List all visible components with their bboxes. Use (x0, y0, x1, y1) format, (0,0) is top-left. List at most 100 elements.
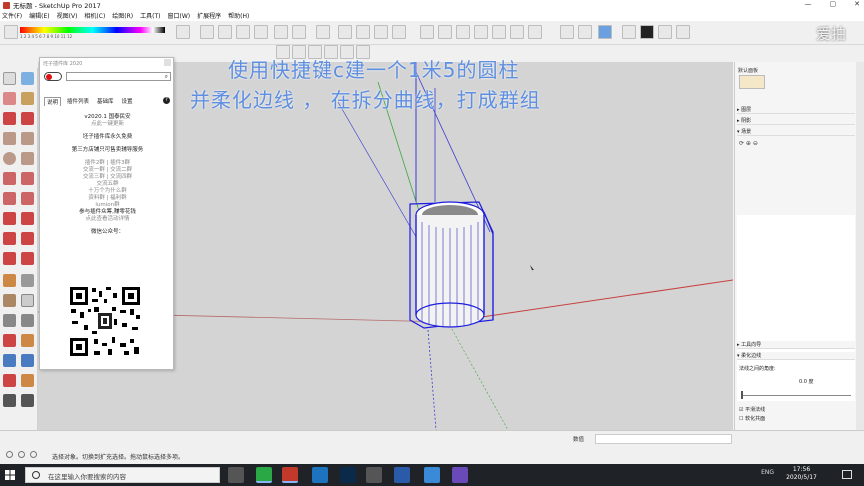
toolbar-icon-20[interactable] (560, 25, 574, 39)
update-link[interactable]: 点此一键更新 (40, 121, 175, 128)
toolbar-icon-5[interactable] (254, 25, 268, 39)
offset-tool-icon[interactable] (21, 252, 34, 265)
select-tool-icon[interactable] (3, 72, 16, 85)
toolbar-icon-4[interactable] (236, 25, 250, 39)
component-tool-icon[interactable] (21, 72, 34, 85)
arc-tool-icon[interactable] (3, 172, 16, 185)
toolbar-icon-19[interactable] (528, 25, 542, 39)
followme-tool-icon[interactable] (21, 232, 34, 245)
toolbar-icon-1[interactable] (176, 25, 190, 39)
tray-scrollbar[interactable] (856, 62, 864, 430)
toolbar-icon-22[interactable] (598, 25, 612, 39)
toolbar-icon-7[interactable] (292, 25, 306, 39)
tab-description[interactable]: 说明 (44, 97, 62, 106)
paint-tool-icon[interactable] (21, 92, 34, 105)
scene-list-area[interactable] (737, 215, 855, 401)
app-icon-8[interactable] (424, 467, 440, 483)
group-link-3[interactable]: 交流三群 | 交流四群 (40, 174, 175, 181)
toolbar-icon-15[interactable] (456, 25, 470, 39)
menu-edit[interactable]: 编辑(E) (29, 11, 49, 20)
menu-view[interactable]: 视图(V) (57, 11, 78, 20)
plugin-toggle[interactable] (44, 72, 62, 81)
help-status-icon[interactable] (30, 451, 37, 458)
app-icon-7[interactable] (394, 467, 410, 483)
zoom-tool-icon[interactable] (3, 354, 16, 367)
taskbar-search-input[interactable]: 在这里输入你要搜索的内容 (25, 467, 220, 483)
menu-draw[interactable]: 绘图(R) (112, 11, 133, 20)
tape-tool-icon[interactable] (3, 274, 16, 287)
toolbar-icon-8[interactable] (316, 25, 330, 39)
notification-icon[interactable] (842, 470, 852, 479)
taskbar-clock[interactable]: 17:56 2020/5/17 (779, 466, 824, 482)
maximize-button[interactable]: ▢ (830, 0, 837, 8)
tray-section-scenes[interactable]: ▾ 场景 (737, 128, 855, 136)
toolbar-icon-6[interactable] (274, 25, 288, 39)
position-camera-tool-icon[interactable] (21, 374, 34, 387)
walk-tool-icon[interactable] (3, 394, 16, 407)
tray-section-soften-edges[interactable]: ▾ 柔化边线 (737, 352, 855, 360)
group-link-4[interactable]: 交流五群 (40, 181, 175, 188)
plugin-panel-close-button[interactable] (164, 59, 171, 66)
group-link-6[interactable]: 资料群 | 福利群 (40, 195, 175, 202)
toolbar-icon-10[interactable] (356, 25, 370, 39)
tray-section-instructor[interactable]: ▸ 工具向导 (737, 341, 855, 349)
polygon-tool-icon[interactable] (21, 152, 34, 165)
language-indicator[interactable]: ENG (761, 469, 774, 476)
tray-section-layers[interactable]: ▸ 图层 (737, 106, 855, 114)
arc2-tool-icon[interactable] (21, 172, 34, 185)
toolbar-icon-18[interactable] (510, 25, 524, 39)
freehand-tool-icon[interactable] (21, 112, 34, 125)
axes-tool-icon[interactable] (3, 314, 16, 327)
eraser-tool-icon[interactable] (3, 92, 16, 105)
edge-app-icon[interactable] (312, 467, 328, 483)
credits-icon[interactable] (18, 451, 25, 458)
toolbar-icon-12[interactable] (392, 25, 406, 39)
activity-link[interactable]: 点此查看活动详情 (40, 216, 175, 223)
soften-angle-slider[interactable] (741, 395, 851, 396)
color-bar[interactable] (20, 27, 165, 33)
sketchup-app-icon[interactable] (282, 467, 298, 483)
app-icon-6[interactable] (366, 467, 382, 483)
geo-location-icon[interactable] (6, 451, 13, 458)
app-icon-9[interactable] (452, 467, 468, 483)
toolbar-icon-21[interactable] (578, 25, 592, 39)
group-link-5[interactable]: 十万个为什么群 (40, 188, 175, 195)
toolbar-icon-3[interactable] (218, 25, 232, 39)
tab-settings[interactable]: 设置 (120, 97, 135, 106)
dimension-tool-icon[interactable] (21, 274, 34, 287)
toolbar-icon-25[interactable] (658, 25, 672, 39)
minimize-button[interactable]: — (805, 0, 812, 8)
scene-buttons[interactable]: ⟳ ⊕ ⊖ (739, 140, 758, 147)
tray-thumbnail[interactable] (739, 75, 765, 89)
toolbar-icon-2[interactable] (200, 25, 214, 39)
tray-section-shadows[interactable]: ▸ 阴影 (737, 117, 855, 125)
section-tool-icon[interactable] (21, 394, 34, 407)
toolbar-icon-16[interactable] (474, 25, 488, 39)
cylinder-group[interactable] (409, 201, 494, 329)
windows-start-icon[interactable] (5, 470, 15, 480)
toolbar-icon-24[interactable] (640, 25, 654, 39)
toolbar-icon-11[interactable] (374, 25, 388, 39)
text-tool-icon[interactable] (21, 294, 34, 307)
menu-help[interactable]: 帮助(H) (228, 11, 249, 20)
line-tool-icon[interactable] (3, 112, 16, 125)
photoshop-app-icon[interactable] (340, 467, 356, 483)
style-icon[interactable] (4, 25, 18, 39)
soften-coplanar-checkbox[interactable]: ☐ (739, 416, 743, 422)
slider-thumb[interactable] (741, 391, 743, 399)
menu-window[interactable]: 窗口(W) (168, 11, 191, 20)
plugin-search-input[interactable]: ⌕ (66, 72, 171, 81)
group-link-2[interactable]: 交流一群 | 交流二群 (40, 167, 175, 174)
home-icon[interactable] (492, 25, 506, 39)
zoom-extents-tool-icon[interactable] (3, 374, 16, 387)
toolbar-icon-23[interactable] (622, 25, 636, 39)
smooth-normals-option[interactable]: ☑ 平滑法线 (739, 406, 765, 413)
menu-file[interactable]: 文件(F) (2, 11, 22, 20)
task-view-icon[interactable] (228, 467, 244, 483)
protractor-tool-icon[interactable] (3, 294, 16, 307)
toolbar-icon-14[interactable] (438, 25, 452, 39)
wechat-app-icon[interactable] (256, 467, 272, 483)
arc3-tool-icon[interactable] (3, 192, 16, 205)
zoom-window-tool-icon[interactable] (21, 354, 34, 367)
toolbar-icon-9[interactable] (338, 25, 352, 39)
